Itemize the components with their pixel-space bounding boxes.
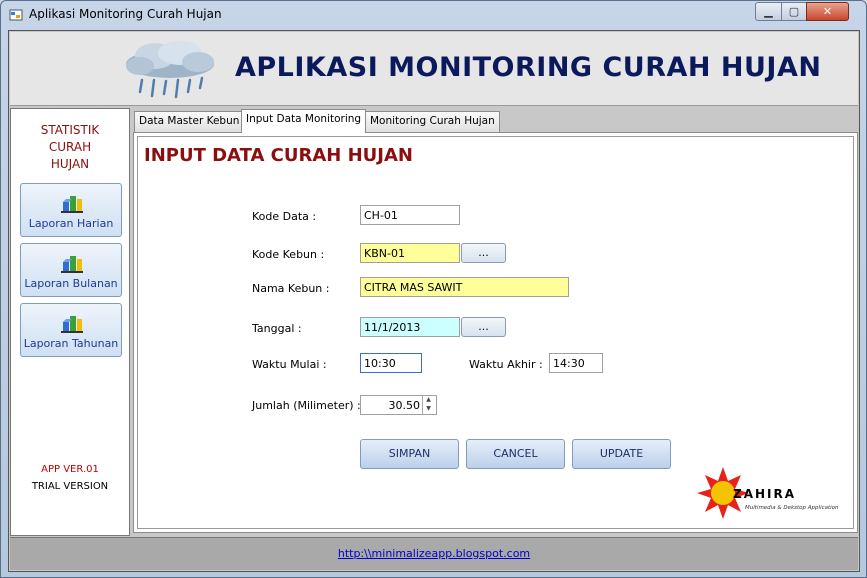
app-window-icon	[9, 9, 23, 21]
window-title: Aplikasi Monitoring Curah Hujan	[29, 7, 222, 21]
laporan-tahunan-label: Laporan Tahunan	[23, 337, 119, 350]
chart-cube-icon	[61, 196, 83, 213]
sidebar-title: STATISTIK CURAH HUJAN	[11, 122, 129, 173]
laporan-tahunan-button[interactable]: Laporan Tahunan	[20, 303, 122, 357]
tanggal-field[interactable]: 11/1/2013	[360, 317, 460, 337]
form-group-box: INPUT DATA CURAH HUJAN Kode Data : CH-01…	[137, 136, 854, 529]
spin-down-icon[interactable]: ▼	[423, 404, 434, 413]
app-header: APLIKASI MONITORING CURAH HUJAN	[10, 32, 858, 106]
laporan-harian-label: Laporan Harian	[28, 217, 114, 230]
kode-data-label: Kode Data :	[252, 210, 317, 223]
minimize-button[interactable]: ▁	[755, 2, 782, 21]
jumlah-spinner[interactable]: ▲ ▼	[422, 395, 434, 415]
jumlah-value: 30.50	[388, 399, 421, 412]
update-button[interactable]: UPDATE	[572, 439, 671, 469]
simpan-button[interactable]: SIMPAN	[360, 439, 459, 469]
laporan-bulanan-button[interactable]: Laporan Bulanan	[20, 243, 122, 297]
nama-kebun-label: Nama Kebun :	[252, 282, 330, 295]
tab-monitoring-curah-hujan[interactable]: Monitoring Curah Hujan	[365, 111, 500, 132]
tab-input-data-monitoring[interactable]: Input Data Monitoring	[241, 109, 367, 133]
close-icon: ✕	[822, 5, 833, 18]
close-button[interactable]: ✕	[806, 2, 849, 21]
chart-cube-icon	[61, 256, 83, 273]
chart-cube-icon	[61, 316, 83, 333]
jumlah-label: Jumlah (Milimeter) :	[252, 399, 361, 412]
kode-kebun-label: Kode Kebun :	[252, 248, 325, 261]
laporan-harian-button[interactable]: Laporan Harian	[20, 183, 122, 237]
footer-bar: http:\\minimalizeapp.blogspot.com	[10, 537, 858, 570]
maximize-button[interactable]: ▢	[781, 2, 807, 21]
app-version: APP VER.01	[41, 464, 99, 475]
waktu-akhir-label: Waktu Akhir :	[469, 358, 543, 371]
tanggal-browse-button[interactable]: ...	[461, 317, 506, 337]
spin-up-icon[interactable]: ▲	[423, 395, 434, 404]
kode-data-field[interactable]: CH-01	[360, 205, 460, 225]
rain-cloud-icon	[126, 41, 214, 99]
maximize-icon: ▢	[788, 5, 800, 18]
nama-kebun-field[interactable]: CITRA MAS SAWIT	[360, 277, 569, 297]
tab-data-master-kebun[interactable]: Data Master Kebun	[134, 111, 245, 132]
waktu-mulai-label: Waktu Mulai :	[252, 358, 327, 371]
zahira-logo: ZAHIRA Multimedia & Dekstop Application	[697, 467, 839, 519]
form-heading: INPUT DATA CURAH HUJAN	[144, 145, 413, 166]
laporan-bulanan-label: Laporan Bulanan	[24, 277, 118, 290]
tab-panel-input-data: INPUT DATA CURAH HUJAN Kode Data : CH-01…	[133, 132, 858, 533]
tanggal-label: Tanggal :	[252, 322, 302, 335]
brand-tagline: Multimedia & Dekstop Application	[745, 505, 839, 511]
kode-kebun-browse-button[interactable]: ...	[461, 243, 506, 263]
cancel-button[interactable]: CANCEL	[466, 439, 565, 469]
minimize-icon: ▁	[764, 5, 773, 18]
waktu-akhir-field[interactable]: 14:30	[549, 353, 603, 373]
sidebar: STATISTIK CURAH HUJAN Laporan Harian Lap…	[10, 108, 130, 536]
app-window: Aplikasi Monitoring Curah Hujan ▁ ▢ ✕ AP…	[0, 0, 867, 578]
title-bar[interactable]: Aplikasi Monitoring Curah Hujan ▁ ▢ ✕	[1, 1, 866, 29]
trial-version-label: TRIAL VERSION	[31, 481, 109, 492]
app-header-title: APLIKASI MONITORING CURAH HUJAN	[235, 52, 822, 83]
main-client-area: APLIKASI MONITORING CURAH HUJAN STATISTI…	[8, 30, 860, 572]
kode-kebun-field[interactable]: KBN-01	[360, 243, 460, 263]
waktu-mulai-field[interactable]: 10:30	[360, 353, 422, 373]
blog-link[interactable]: http:\\minimalizeapp.blogspot.com	[10, 547, 858, 560]
brand-name: ZAHIRA	[733, 487, 796, 501]
sidebar-title-text: STATISTIK CURAH HUJAN	[40, 123, 100, 171]
